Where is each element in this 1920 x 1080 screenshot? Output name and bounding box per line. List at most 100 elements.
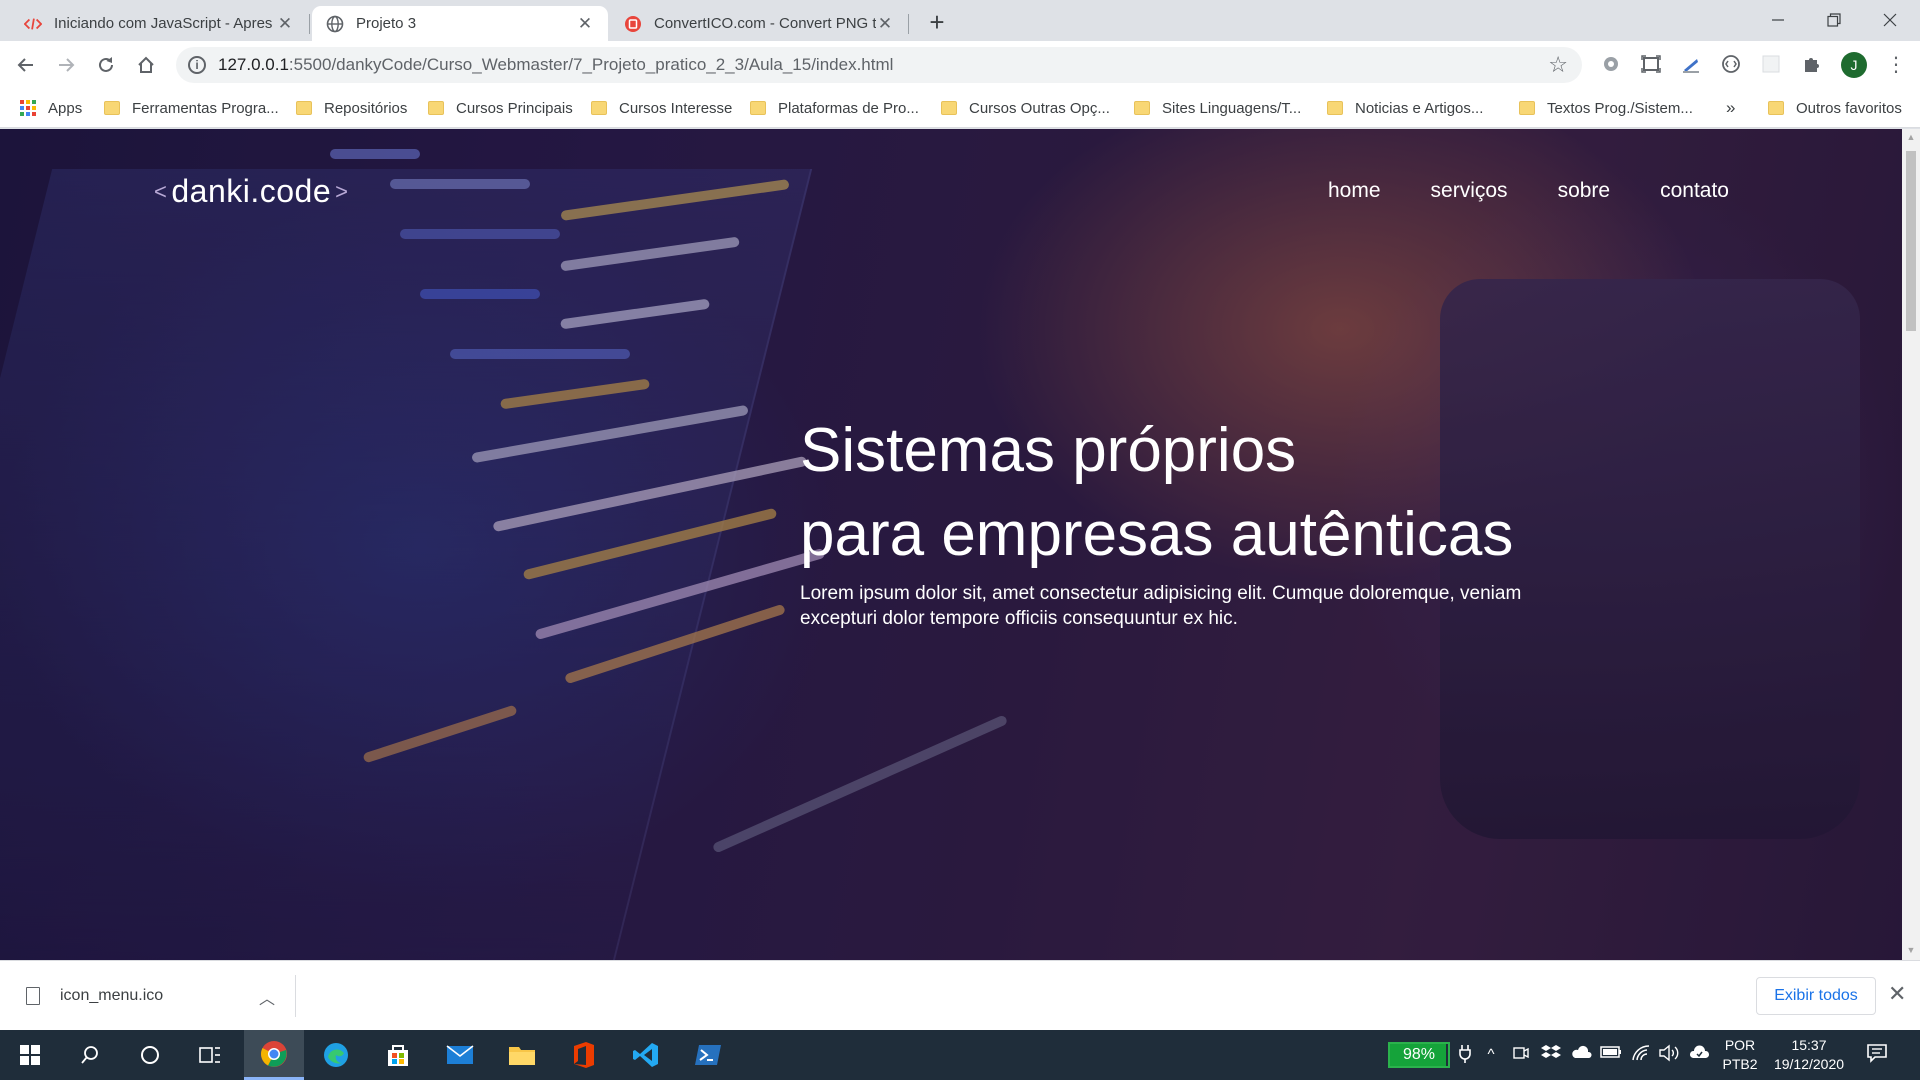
browser-toolbar: i 127.0.0.1:5500/dankyCode/Curso_Webmast… xyxy=(0,41,1920,88)
folder-icon xyxy=(509,1047,535,1065)
profile-avatar[interactable]: J xyxy=(1841,52,1867,78)
new-tab-button[interactable]: + xyxy=(922,8,952,38)
cortana-icon xyxy=(141,1046,159,1064)
back-button[interactable] xyxy=(10,49,42,81)
home-button[interactable] xyxy=(130,49,162,81)
taskbar-store[interactable] xyxy=(368,1030,428,1080)
nav-sobre[interactable]: sobre xyxy=(1558,179,1611,203)
onedrive-icon[interactable] xyxy=(1570,1044,1592,1066)
bookmark-folder[interactable]: Cursos Outras Opç... xyxy=(941,97,1110,119)
taskbar-powershell[interactable] xyxy=(678,1030,738,1080)
converticio-icon xyxy=(624,15,642,33)
download-filename: icon_menu.ico xyxy=(60,987,164,1004)
meet-now-icon[interactable] xyxy=(1510,1044,1532,1066)
power-plug-icon[interactable] xyxy=(1454,1044,1476,1066)
close-window-button[interactable] xyxy=(1862,0,1918,40)
bookmark-label: Cursos Outras Opç... xyxy=(969,99,1110,117)
star-icon[interactable]: ☆ xyxy=(1548,52,1568,78)
bookmark-label: Plataformas de Pro... xyxy=(778,99,919,117)
taskbar-vscode[interactable] xyxy=(616,1030,676,1080)
dropbox-icon[interactable] xyxy=(1540,1044,1562,1066)
site-logo[interactable]: < danki.code > xyxy=(150,173,353,210)
extension-circle-icon[interactable] xyxy=(1720,53,1742,75)
taskbar-chrome[interactable] xyxy=(244,1030,304,1080)
bookmark-folder[interactable]: Noticias e Artigos... xyxy=(1327,97,1483,119)
task-view-button[interactable] xyxy=(180,1030,240,1080)
reload-button[interactable] xyxy=(90,49,122,81)
close-icon[interactable]: ✕ xyxy=(876,14,894,34)
notification-icon[interactable] xyxy=(1866,1043,1890,1065)
close-icon[interactable]: ✕ xyxy=(576,14,594,34)
tab-projeto-3[interactable]: Projeto 3 ✕ xyxy=(312,6,608,41)
logo-bracket-left: < xyxy=(154,178,168,204)
wifi-icon[interactable] xyxy=(1630,1044,1652,1066)
tab-javascript[interactable]: Iniciando com JavaScript - Apres ✕ xyxy=(10,6,308,41)
address-bar[interactable]: i 127.0.0.1:5500/dankyCode/Curso_Webmast… xyxy=(176,47,1582,83)
taskbar-file-explorer[interactable] xyxy=(492,1030,552,1080)
screen-capture-icon[interactable] xyxy=(1640,53,1662,75)
taskbar-mail[interactable] xyxy=(430,1030,490,1080)
cortana-button[interactable] xyxy=(120,1030,180,1080)
url-text[interactable]: 127.0.0.1:5500/dankyCode/Curso_Webmaster… xyxy=(218,55,893,75)
hero-title-line: para empresas autênticas xyxy=(800,500,1514,569)
scroll-down-icon[interactable]: ▼ xyxy=(1906,945,1916,957)
show-all-downloads-button[interactable]: Exibir todos xyxy=(1756,977,1876,1015)
bookmark-folder[interactable]: Textos Prog./Sistem... xyxy=(1519,97,1693,119)
tab-strip: Iniciando com JavaScript - Apres ✕ Proje… xyxy=(0,0,1920,41)
office-icon xyxy=(574,1042,594,1068)
volume-icon[interactable] xyxy=(1658,1044,1680,1066)
windows-icon xyxy=(20,1045,40,1065)
powershell-icon xyxy=(695,1045,721,1065)
mail-icon xyxy=(446,1045,474,1064)
page-viewport: < danki.code > home serviços sobre conta… xyxy=(0,129,1902,960)
extension-pen-icon[interactable] xyxy=(1680,53,1702,75)
bookmark-apps[interactable]: Apps xyxy=(20,97,82,119)
forward-button[interactable] xyxy=(50,49,82,81)
battery-indicator[interactable]: 98% xyxy=(1388,1042,1450,1068)
taskbar-edge[interactable] xyxy=(306,1030,366,1080)
task-view-icon xyxy=(199,1047,220,1063)
info-icon[interactable]: i xyxy=(188,56,206,74)
folder-icon xyxy=(1768,101,1784,115)
bookmark-folder[interactable]: Cursos Interesse xyxy=(591,97,732,119)
battery-tray-icon[interactable] xyxy=(1600,1044,1622,1066)
minimize-button[interactable] xyxy=(1750,0,1806,40)
scroll-up-icon[interactable]: ▲ xyxy=(1906,132,1916,144)
tab-title: ConvertICO.com - Convert PNG t xyxy=(654,15,876,32)
search-button[interactable] xyxy=(60,1030,120,1080)
language-code: POR xyxy=(1724,1037,1756,1053)
chevron-up-icon[interactable]: ︿ xyxy=(259,985,275,1009)
tab-convertico[interactable]: ConvertICO.com - Convert PNG t ✕ xyxy=(610,6,908,41)
nav-contato[interactable]: contato xyxy=(1660,179,1729,203)
folder-icon xyxy=(296,101,312,115)
bookmark-folder[interactable]: Repositórios xyxy=(296,97,407,119)
close-icon[interactable]: ✕ xyxy=(276,14,294,34)
restore-button[interactable] xyxy=(1806,0,1862,40)
minimize-icon xyxy=(1772,19,1784,21)
code-icon xyxy=(24,15,42,33)
taskbar-office[interactable] xyxy=(554,1030,614,1080)
bookmark-folder[interactable]: Ferramentas Progra... xyxy=(104,97,279,119)
cloud-sync-icon[interactable] xyxy=(1688,1044,1710,1066)
search-icon xyxy=(81,1046,98,1064)
bookmark-folder[interactable]: Cursos Principais xyxy=(428,97,573,119)
scroll-thumb[interactable] xyxy=(1906,151,1916,331)
menu-icon[interactable]: ⋮ xyxy=(1886,52,1906,78)
extension-gear-icon[interactable] xyxy=(1600,53,1622,75)
bookmark-folder[interactable]: Sites Linguagens/T... xyxy=(1134,97,1301,119)
page-scrollbar[interactable]: ▲ ▼ xyxy=(1902,129,1920,960)
system-clock[interactable]: 15:37 19/12/2020 xyxy=(1764,1036,1854,1074)
nav-home[interactable]: home xyxy=(1328,179,1381,203)
close-icon[interactable]: ✕ xyxy=(1888,983,1906,1005)
windows-taskbar: 98% ^ POR PTB2 15:37 19/12/2020 xyxy=(0,1030,1920,1080)
bookmark-other-favorites[interactable]: Outros favoritos xyxy=(1768,97,1902,119)
start-button[interactable] xyxy=(0,1030,60,1080)
extension-blank-icon[interactable] xyxy=(1760,53,1782,75)
input-language[interactable]: POR PTB2 xyxy=(1716,1036,1764,1074)
chevron-up-icon[interactable]: ^ xyxy=(1480,1044,1502,1066)
bookmark-folder[interactable]: Plataformas de Pro... xyxy=(750,97,919,119)
download-item[interactable]: icon_menu.ico ︿ xyxy=(26,975,296,1017)
bookmarks-overflow-button[interactable]: » xyxy=(1726,97,1735,119)
puzzle-icon[interactable] xyxy=(1800,53,1822,75)
nav-servicos[interactable]: serviços xyxy=(1431,179,1508,203)
